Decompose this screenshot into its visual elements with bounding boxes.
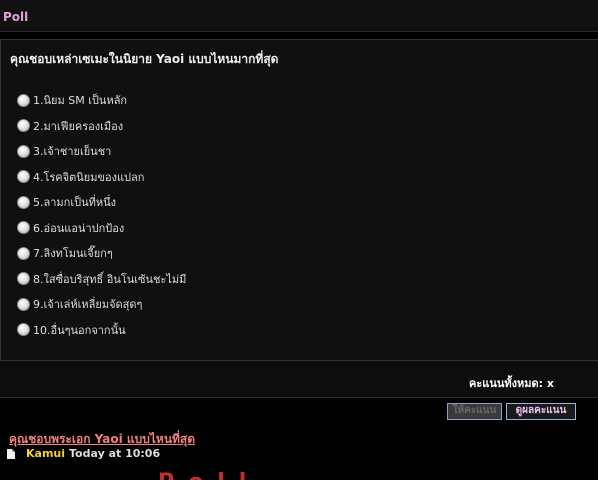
poll-option-1[interactable]: 1.นิยม SM เป็นหลัก <box>17 91 317 109</box>
radio-button[interactable] <box>17 195 30 209</box>
vote-button[interactable]: ให้คะแนน <box>447 403 502 420</box>
poll-option-label: 9.เจ้าเล่ห์เหลี่ยมจัดสุดๆ <box>33 298 143 311</box>
poll-question: คุณชอบเหล่าเซเมะในนิยาย Yaoi แบบไหนมากที… <box>10 52 279 66</box>
poll-option-7[interactable]: 7.ลิงทโมนเจี๊ยกๆ <box>17 244 317 262</box>
radio-button[interactable] <box>17 93 30 107</box>
post-time: Today at 10:06 <box>69 447 161 460</box>
poll-header-title: Poll <box>3 10 29 24</box>
poll-option-label: 8.ใสซื่อบริสุทธิ์ อินโนเซ้นชะไม่มี <box>33 272 187 286</box>
poll-option-5[interactable]: 5.ลามกเป็นที่หนึ่ง <box>17 193 317 211</box>
view-results-button[interactable]: ดูผลคะแนน <box>506 403 576 420</box>
poll-option-4[interactable]: 4.โรคจิตนิยมของแปลก <box>17 168 317 186</box>
poll-option-label: 2.มาเฟียครองเมือง <box>33 119 124 133</box>
poll-option-label: 6.อ่อนแอน่าปกป้อง <box>33 221 125 235</box>
author-link[interactable]: Kamui <box>26 447 65 460</box>
radio-button[interactable] <box>17 119 30 132</box>
votes-area: คะแนนทั้งหมด: x <box>0 361 598 398</box>
poll-option-10[interactable]: 10.อื่นๆนอกจากนั้น <box>17 321 317 339</box>
poll-option-6[interactable]: 6.อ่อนแอน่าปกป้อง <box>17 219 317 237</box>
poll-option-3[interactable]: 3.เจ้าชายเย็นชา <box>17 142 317 160</box>
poll-option-label: 4.โรคจิตนิยมของแปลก <box>33 170 145 184</box>
poll-option-8[interactable]: 8.ใสซื่อบริสุทธิ์ อินโนเซ้นชะไม่มี <box>17 270 317 288</box>
radio-button[interactable] <box>17 144 30 158</box>
radio-button[interactable] <box>17 221 30 234</box>
radio-button[interactable] <box>17 297 30 311</box>
poll-box: คุณชอบเหล่าเซเมะในนิยาย Yaoi แบบไหนมากที… <box>0 39 598 361</box>
total-votes: คะแนนทั้งหมด: x <box>469 377 554 390</box>
poll-option-2[interactable]: 2.มาเฟียครองเมือง <box>17 117 317 135</box>
radio-button[interactable] <box>17 170 30 183</box>
footer-fragment: Poll <box>0 463 598 480</box>
poll-header: Poll <box>0 0 598 32</box>
poll-option-9[interactable]: 9.เจ้าเล่ห์เหลี่ยมจัดสุดๆ <box>17 295 317 313</box>
radio-button[interactable] <box>17 272 30 285</box>
poll-option-label: 10.อื่นๆนอกจากนั้น <box>33 323 126 337</box>
radio-button[interactable] <box>17 246 30 260</box>
poll-option-label: 7.ลิงทโมนเจี๊ยกๆ <box>33 247 113 260</box>
recent-post-meta: Kamui Today at 10:06 <box>7 447 160 460</box>
poll-option-label: 5.ลามกเป็นที่หนึ่ง <box>33 196 116 209</box>
document-icon <box>7 448 15 459</box>
poll-option-label: 1.นิยม SM เป็นหลัก <box>33 94 128 107</box>
radio-button[interactable] <box>17 323 30 336</box>
footer-fragment-text: Poll <box>158 470 260 480</box>
poll-option-label: 3.เจ้าชายเย็นชา <box>33 145 112 158</box>
